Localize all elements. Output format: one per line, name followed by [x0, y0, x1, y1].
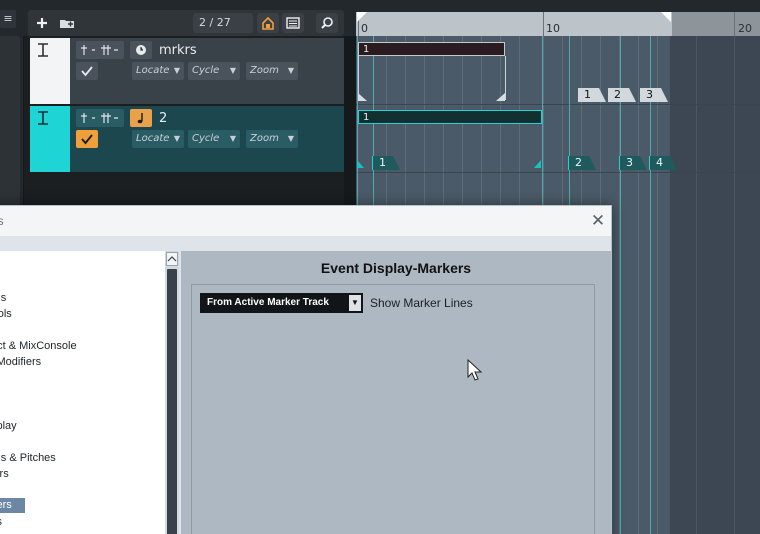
locate-dropdown[interactable]: Locate ▼ [132, 130, 184, 148]
tree-item-selected[interactable]: kers [0, 498, 25, 513]
cubase-window: { "toolbar": { "menu_label": "≡", "add_i… [0, 0, 760, 534]
panel-title: Event Display-Markers [320, 260, 472, 276]
activate-checkbox[interactable] [76, 130, 98, 148]
home-button[interactable] [257, 13, 279, 33]
outside-locators-zone [670, 36, 760, 534]
track-color-strip [30, 106, 70, 172]
preferences-dialog: es ✕ io rds trols o| ect & MixConsole l … [0, 205, 612, 534]
tree-item[interactable]: trols [0, 307, 12, 322]
scroll-thumb[interactable] [167, 269, 177, 534]
dialog-titlebar[interactable]: es ✕ [0, 206, 611, 236]
note-icon [137, 113, 143, 124]
track-color-strip [30, 38, 70, 104]
list-icon [286, 17, 300, 29]
track-header-marker-2[interactable]: 2 Locate ▼ Cycle ▼ Zoom ▼ [30, 106, 344, 172]
close-icon[interactable]: ✕ [588, 210, 608, 232]
track-type-button[interactable] [130, 41, 152, 59]
track-header-marker[interactable]: mrkrs Locate ▼ Cycle ▼ Zoom ▼ [30, 38, 344, 104]
track-name[interactable]: mrkrs [159, 43, 197, 58]
chevron-down-icon: ▼ [287, 134, 294, 143]
cycle-end-handle-icon[interactable] [496, 93, 506, 101]
search-icon [321, 17, 333, 29]
chevron-down-icon: ▼ [229, 134, 236, 143]
settings-panel: Event Display-Markers From Active Marker… [181, 251, 611, 534]
left-locator-icon[interactable] [357, 12, 369, 22]
cycle-start-handle-icon[interactable] [357, 160, 365, 168]
ruler-label: 20 [738, 22, 752, 35]
record-enable-icon [38, 43, 48, 57]
track-counter: 2 / 27 [193, 13, 253, 33]
scroll-up-button[interactable] [166, 252, 178, 266]
track-type-button[interactable] [130, 109, 152, 127]
record-enable-icon [38, 111, 48, 125]
chevron-down-icon: ▼ [173, 66, 180, 75]
zoom-dropdown[interactable]: Zoom ▼ [246, 130, 298, 148]
home-icon [262, 16, 274, 30]
marker-flag[interactable]: 3 [640, 88, 668, 102]
tree-item[interactable]: rds & Pitches [0, 451, 56, 466]
cycle-marker-event[interactable]: 1 [358, 42, 505, 56]
insert-marker-buttons[interactable] [76, 41, 124, 59]
cycle-dropdown[interactable]: Cycle ▼ [188, 62, 240, 80]
add-folder-button[interactable] [56, 13, 78, 33]
search-button[interactable] [316, 13, 338, 33]
cycle-end-handle-icon[interactable] [534, 160, 542, 168]
dialog-title: es [0, 214, 4, 228]
check-icon [81, 66, 93, 77]
track-list-scrollbar[interactable] [344, 36, 356, 206]
plus-icon [37, 18, 47, 28]
marker-flag[interactable]: 3 [619, 156, 647, 170]
locate-dropdown[interactable]: Locate ▼ [132, 62, 184, 80]
insert-marker-buttons[interactable] [76, 109, 124, 127]
chevron-up-icon [167, 256, 177, 262]
track-name[interactable]: 2 [159, 111, 167, 126]
activate-checkbox[interactable] [76, 62, 98, 80]
chevron-down-icon: ▼ [349, 295, 361, 311]
tree-scrollbar[interactable] [165, 251, 179, 534]
cycle-marker-event[interactable]: 1 [358, 110, 542, 124]
marker-lines-source-select[interactable]: From Active Marker Track ▼ [200, 293, 363, 313]
ruler-label: 10 [546, 22, 560, 35]
add-marker-icon [81, 45, 118, 55]
tree-item[interactable]: ks [0, 515, 2, 530]
list-view-button[interactable] [282, 13, 304, 33]
cycle-dropdown[interactable]: Cycle ▼ [188, 130, 240, 148]
zoom-dropdown[interactable]: Zoom ▼ [246, 62, 298, 80]
check-icon [81, 134, 93, 145]
tree-item[interactable]: ect & MixConsole [0, 339, 77, 354]
cycle-start-handle-icon[interactable] [358, 93, 368, 101]
timeline-ruler[interactable]: 0 10 20 [356, 12, 760, 36]
marker-flag[interactable]: 2 [608, 88, 636, 102]
show-marker-lines-label: Show Marker Lines [370, 296, 473, 310]
tree-item[interactable]: splay [0, 419, 17, 434]
settings-group: From Active Marker Track ▼ Show Marker L… [191, 284, 595, 534]
chevron-down-icon: ▼ [173, 134, 180, 143]
tree-item[interactable]: rds [0, 291, 6, 306]
track-list-toolbar: 2 / 27 [28, 10, 344, 36]
tree-item[interactable]: lers [0, 467, 9, 482]
marker-flag[interactable]: 1 [578, 88, 606, 102]
clock-icon [136, 45, 146, 55]
ruler-label: 0 [361, 22, 368, 35]
inspector-rail [0, 36, 24, 206]
mouse-cursor-icon [467, 359, 483, 381]
marker-flag[interactable]: 2 [568, 156, 596, 170]
add-marker-icon [81, 113, 118, 123]
add-track-button[interactable] [31, 13, 53, 33]
chevron-down-icon: ▼ [229, 66, 236, 75]
right-locator-icon[interactable] [661, 12, 673, 22]
preferences-tree: io rds trols o| ect & MixConsole l Modif… [0, 251, 165, 534]
chevron-down-icon: ▼ [287, 66, 294, 75]
menu-button[interactable]: ≡ [0, 10, 16, 28]
marker-flag[interactable]: 1 [372, 156, 400, 170]
tree-item[interactable]: l Modifiers [0, 355, 41, 370]
add-folder-icon [60, 20, 74, 28]
